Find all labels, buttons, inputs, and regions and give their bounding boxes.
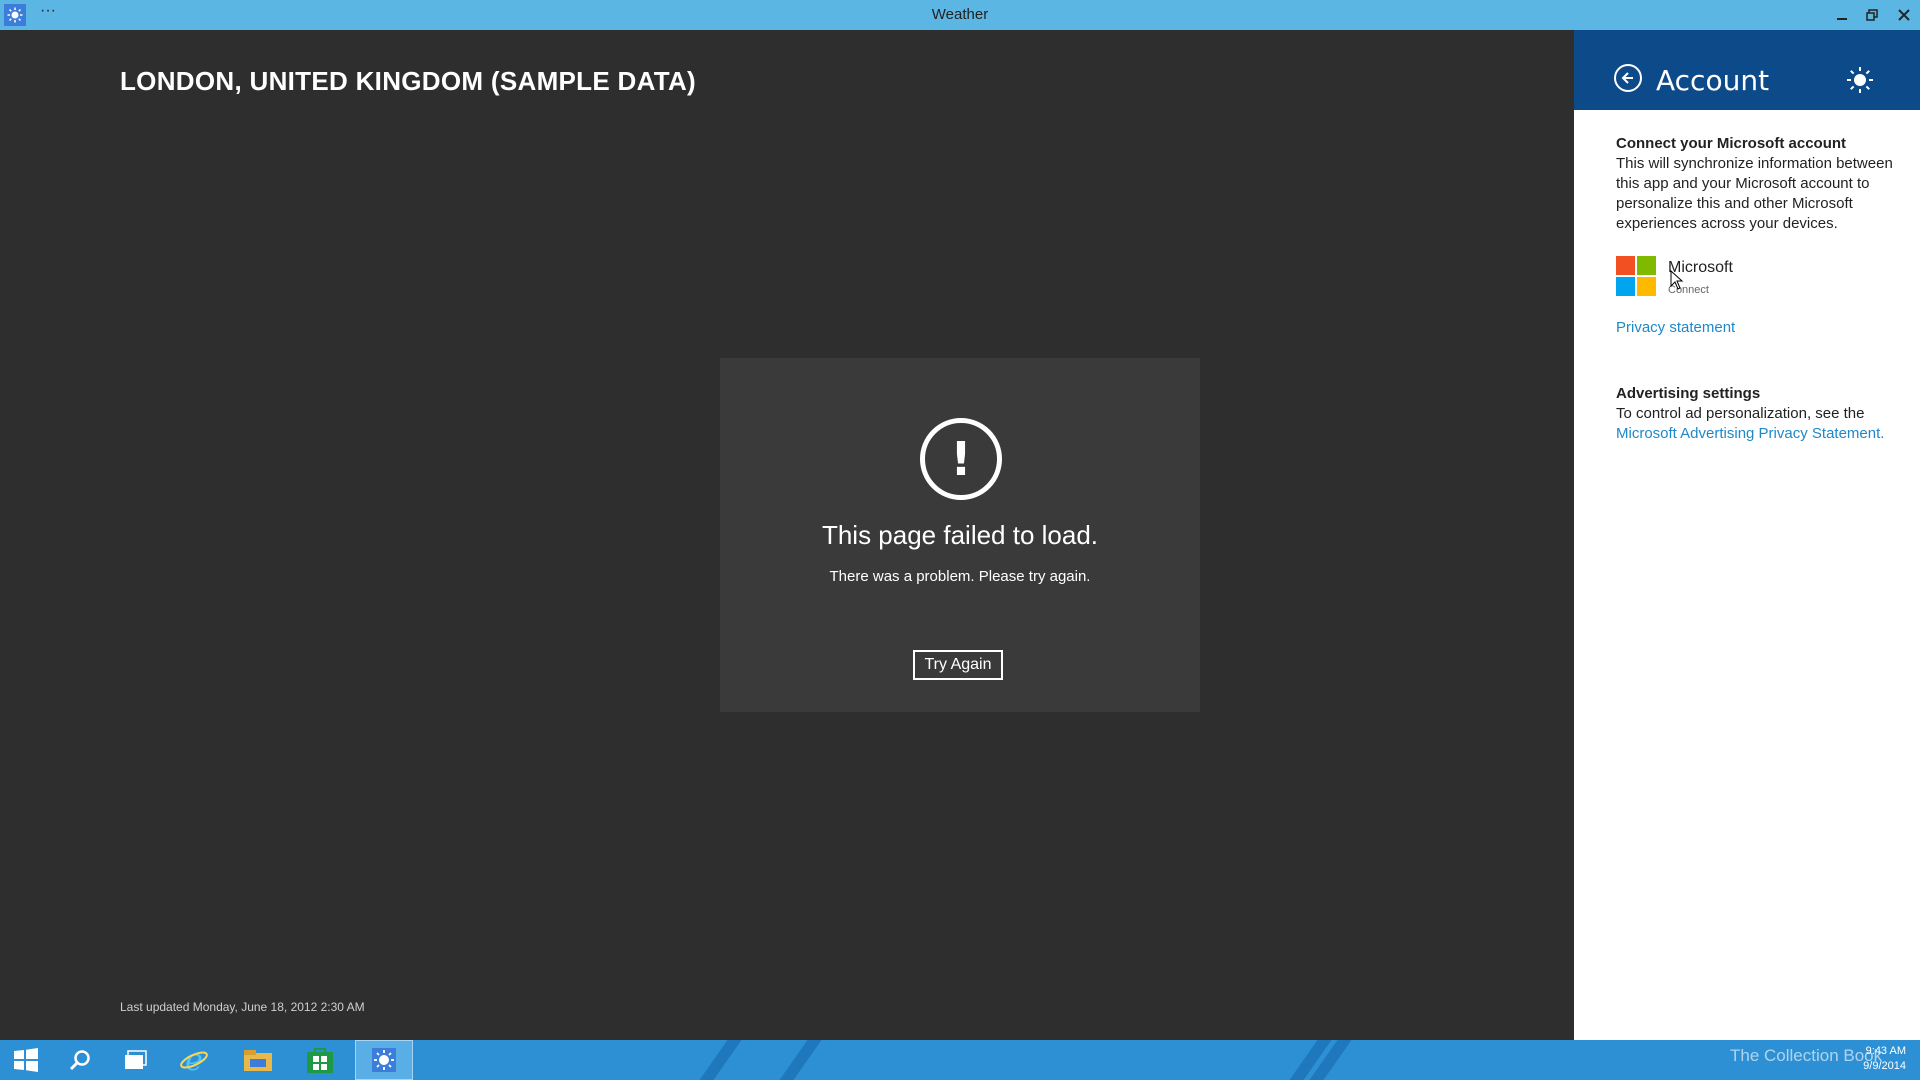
internet-explorer-icon: e — [180, 1045, 208, 1075]
internet-explorer-button[interactable]: e — [168, 1040, 220, 1080]
clock-time: 9:43 AM — [1865, 1045, 1906, 1057]
back-button[interactable] — [1614, 64, 1642, 92]
microsoft-connect-item[interactable]: Microsoft Connect — [1616, 256, 1906, 306]
try-again-button[interactable]: Try Again — [913, 650, 1003, 680]
taskbar: e The Collection Book 9:43 AM 9/9/2014 — [0, 1040, 1920, 1080]
search-icon — [69, 1050, 90, 1071]
watermark-text: The Collection Book — [1730, 1046, 1883, 1065]
search-button[interactable] — [54, 1040, 106, 1080]
exclamation-icon: ! — [920, 418, 1002, 500]
task-view-button[interactable] — [110, 1040, 162, 1080]
file-explorer-icon — [244, 1050, 272, 1071]
privacy-statement-link[interactable]: Privacy statement — [1616, 318, 1906, 338]
task-view-icon — [125, 1050, 147, 1069]
clock-date: 9/9/2014 — [1863, 1060, 1906, 1072]
account-pane: Account Connect your Microsoft account T… — [1574, 30, 1920, 1040]
account-pane-header: Account — [1574, 30, 1920, 110]
location-title: LONDON, UNITED KINGDOM (SAMPLE DATA) — [120, 66, 697, 96]
restore-button[interactable] — [1860, 4, 1884, 26]
advertising-text: To control ad personalization, see the — [1616, 405, 1865, 422]
advertising-privacy-link[interactable]: Microsoft Advertising Privacy Statement. — [1616, 424, 1906, 444]
store-icon — [307, 1048, 333, 1073]
store-button[interactable] — [294, 1040, 346, 1080]
weather-icon — [372, 1048, 396, 1072]
close-icon — [1898, 9, 1910, 21]
microsoft-logo-icon — [1616, 256, 1656, 296]
restore-icon — [1866, 9, 1878, 21]
back-arrow-icon — [1621, 72, 1633, 84]
main-content: LONDON, UNITED KINGDOM (SAMPLE DATA) ! T… — [0, 30, 1574, 1040]
mouse-cursor-icon — [1670, 269, 1684, 295]
minimize-icon — [1837, 18, 1847, 20]
start-icon — [14, 1048, 38, 1072]
connect-heading: Connect your Microsoft account — [1616, 135, 1847, 152]
last-updated-text: Last updated Monday, June 18, 2012 2:30 … — [120, 1000, 365, 1014]
system-tray-clock[interactable]: 9:43 AM 9/9/2014 — [1863, 1044, 1906, 1074]
start-button[interactable] — [0, 1040, 52, 1080]
window-title: Weather — [931, 6, 989, 23]
error-message: There was a problem. Please try again. — [829, 568, 1091, 585]
minimize-button[interactable] — [1830, 4, 1854, 26]
account-pane-body: Connect your Microsoft account This will… — [1616, 134, 1906, 444]
advertising-heading: Advertising settings — [1616, 385, 1761, 402]
connect-description: This will synchronize information betwee… — [1616, 155, 1893, 232]
account-pane-title: Account — [1656, 64, 1770, 97]
error-title: This page failed to load. — [821, 520, 1099, 550]
error-card: ! This page failed to load. There was a … — [720, 358, 1200, 712]
close-button[interactable] — [1892, 4, 1916, 26]
svg-text:e: e — [185, 1045, 203, 1075]
title-bar: ··· Weather — [0, 0, 1920, 30]
file-explorer-button[interactable] — [232, 1040, 284, 1080]
sun-icon — [1846, 66, 1874, 99]
weather-taskbar-button[interactable] — [355, 1040, 413, 1080]
